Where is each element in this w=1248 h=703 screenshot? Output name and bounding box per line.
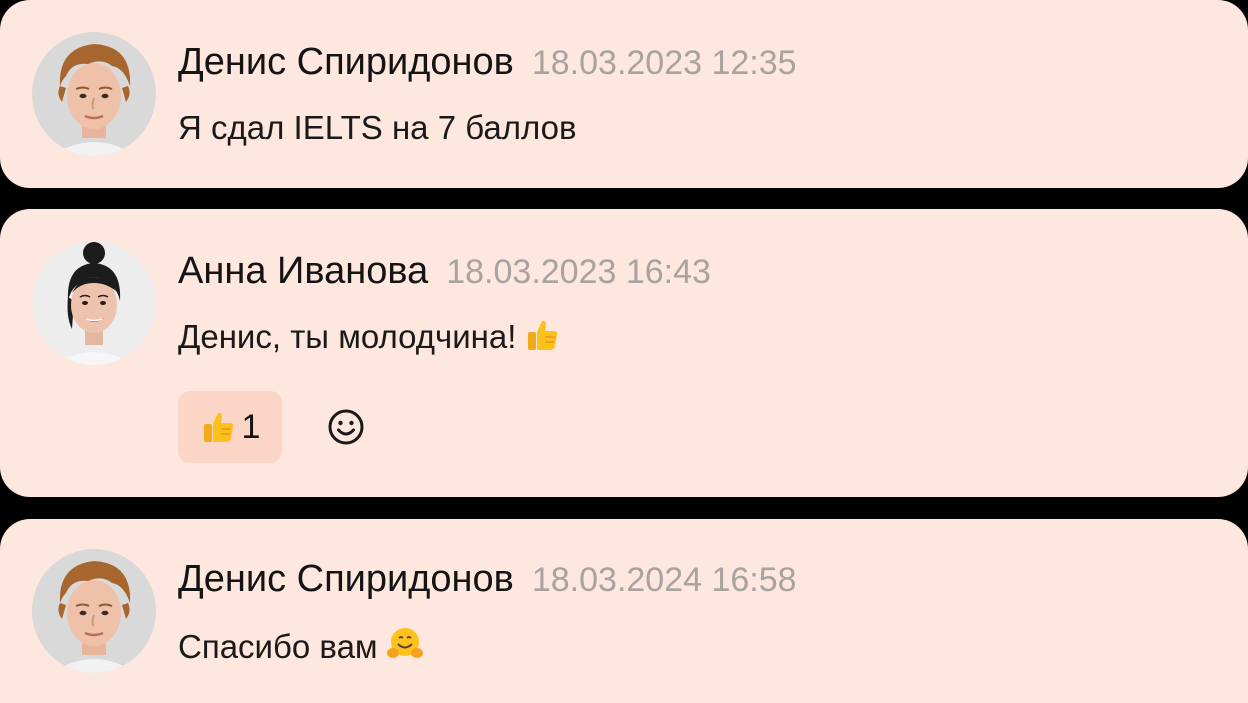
reaction-thumbs-up-button[interactable]: 1 [178, 391, 282, 463]
avatar[interactable] [32, 241, 156, 365]
author-name[interactable]: Денис Спиридонов [178, 558, 514, 600]
man-curly-hair-avatar [32, 549, 156, 673]
comment-header: Денис Спиридонов 18.03.2024 16:58 [178, 557, 797, 609]
man-curly-hair-avatar [32, 32, 156, 156]
add-reaction-button[interactable] [326, 407, 366, 447]
comment-text: Я сдал IELTS на 7 баллов [178, 109, 577, 146]
reaction-count: 1 [241, 407, 261, 446]
thumbs-up-icon [524, 317, 560, 353]
comments-feed: Денис Спиридонов 18.03.2023 12:35 Я сдал … [0, 0, 1248, 703]
comment-text: Денис, ты молодчина! [178, 318, 517, 355]
author-name[interactable]: Анна Иванова [178, 250, 428, 292]
hugging-face-icon [386, 625, 424, 663]
comment-card: Денис Спиридонов 18.03.2024 16:58 Спасибо… [0, 519, 1248, 703]
comment-text-container: Спасибо вам [178, 625, 424, 667]
avatar[interactable] [32, 32, 156, 156]
smiley-icon [328, 409, 364, 445]
comment-header: Денис Спиридонов 18.03.2023 12:35 [178, 40, 797, 92]
thumbs-up-icon [200, 409, 236, 445]
comment-text-container: Денис, ты молодчина! [178, 317, 560, 357]
comment-header: Анна Иванова 18.03.2023 16:43 [178, 249, 711, 301]
comment-card: Денис Спиридонов 18.03.2023 12:35 Я сдал … [0, 0, 1248, 188]
comment-text: Спасибо вам [178, 628, 378, 665]
woman-bun-hair-avatar [32, 241, 156, 365]
timestamp: 18.03.2024 16:58 [531, 561, 797, 599]
reactions-bar: 1 [178, 391, 366, 463]
author-name[interactable]: Денис Спиридонов [178, 41, 514, 83]
comment-card: Анна Иванова 18.03.2023 16:43 Денис, ты м… [0, 209, 1248, 497]
timestamp: 18.03.2023 16:43 [446, 253, 711, 291]
avatar[interactable] [32, 549, 156, 673]
timestamp: 18.03.2023 12:35 [531, 44, 797, 82]
